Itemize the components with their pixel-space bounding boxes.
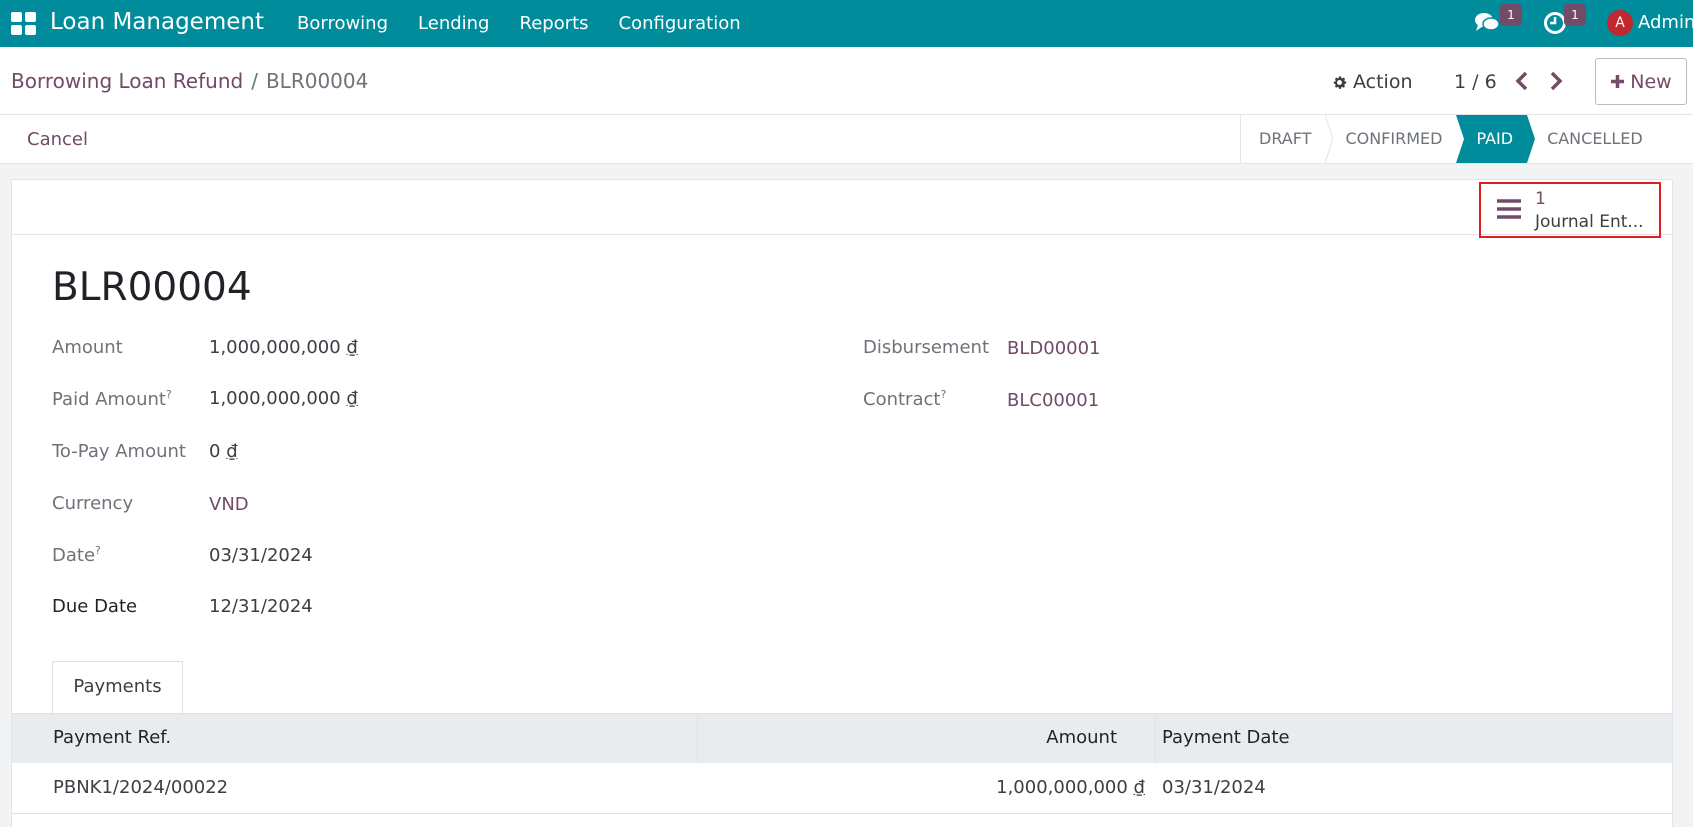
chat-icon[interactable] <box>1474 11 1500 35</box>
due-date-label-text: Due Date <box>52 596 138 617</box>
action-button[interactable]: Action <box>1331 71 1413 93</box>
table-row[interactable]: PBNK1/2024/00022 1,000,000,000 ₫ 03/31/2… <box>12 763 1672 814</box>
paid-amount-currency: ₫ <box>346 388 358 409</box>
paid-amount-label: Paid Amount? <box>52 388 172 410</box>
user-menu[interactable]: Admin <box>1638 12 1693 33</box>
menu-borrowing[interactable]: Borrowing <box>297 13 388 34</box>
currency-label: Currency <box>52 493 133 514</box>
payment-date-cell: 03/31/2024 <box>1162 777 1266 798</box>
breadcrumb-parent[interactable]: Borrowing Loan Refund <box>11 69 243 93</box>
button-box: 1 Journal Ent... <box>12 180 1672 238</box>
disbursement-value[interactable]: BLD00001 <box>1007 338 1101 359</box>
stage-draft-label: DRAFT <box>1259 129 1312 148</box>
disbursement-label: Disbursement <box>863 337 989 358</box>
messages-badge: 1 <box>1500 4 1522 26</box>
to-pay-amount-currency: ₫ <box>226 441 238 462</box>
avatar[interactable]: A <box>1607 10 1633 36</box>
form-sheet: 1 Journal Ent... BLR00004 Amount 1,000,0… <box>11 179 1673 827</box>
gear-icon <box>1333 75 1347 89</box>
control-panel: Borrowing Loan Refund / BLR00004 Action 1 … <box>0 47 1693 115</box>
menu-lending[interactable]: Lending <box>418 13 489 34</box>
action-label: Action <box>1353 71 1413 93</box>
main-menu: Borrowing Lending Reports Configuration <box>297 13 741 34</box>
amount-number: 1,000,000,000 <box>209 337 341 358</box>
journal-entries-button[interactable]: 1 Journal Ent... <box>1479 182 1661 238</box>
pager-value[interactable]: 1 / 6 <box>1454 71 1497 93</box>
stage-separator <box>1527 115 1536 163</box>
breadcrumb-separator: / <box>251 69 258 93</box>
contract-value[interactable]: BLC00001 <box>1007 390 1099 411</box>
journal-entries-count: 1 <box>1535 189 1546 209</box>
contract-label: Contract? <box>863 388 946 410</box>
chevron-left-icon[interactable] <box>1514 71 1530 91</box>
tab-payments[interactable]: Payments <box>52 661 183 713</box>
paid-amount-number: 1,000,000,000 <box>209 388 341 409</box>
contract-label-text: Contract <box>863 389 941 410</box>
new-button[interactable]: New <box>1595 58 1687 105</box>
column-divider <box>1155 714 1156 764</box>
amount-label-text: Amount <box>52 337 123 358</box>
app-grid-icon[interactable] <box>11 12 36 35</box>
record-title: BLR00004 <box>52 265 252 310</box>
to-pay-amount-label: To-Pay Amount <box>52 441 186 462</box>
amount-label: Amount <box>52 337 123 358</box>
stage-paid[interactable]: PAID <box>1456 115 1536 163</box>
payment-ref-cell: PBNK1/2024/00022 <box>53 777 229 798</box>
menu-configuration[interactable]: Configuration <box>619 13 741 34</box>
column-amount[interactable]: Amount <box>1046 727 1117 748</box>
to-pay-amount-number: 0 <box>209 441 221 462</box>
disbursement-label-text: Disbursement <box>863 337 989 358</box>
due-date-label: Due Date <box>52 596 137 617</box>
paid-amount-help-icon[interactable]: ? <box>166 388 172 401</box>
status-bar: Cancel DRAFT CONFIRMED PAID CANCELLED <box>0 115 1693 164</box>
paid-amount-value: 1,000,000,000 ₫ <box>209 388 358 409</box>
app-name[interactable]: Loan Management <box>50 9 264 35</box>
date-label-text: Date <box>52 545 96 566</box>
due-date-value: 12/31/2024 <box>209 596 313 617</box>
date-help-icon[interactable]: ? <box>95 544 101 557</box>
contract-help-icon[interactable]: ? <box>940 388 946 401</box>
stage-cancelled-label: CANCELLED <box>1547 129 1643 148</box>
stage-paid-label: PAID <box>1476 129 1514 148</box>
breadcrumb-current: BLR00004 <box>265 69 369 93</box>
to-pay-amount-value: 0 ₫ <box>209 441 238 462</box>
paid-amount-label-text: Paid Amount <box>52 389 166 410</box>
activities-badge: 1 <box>1564 4 1586 26</box>
date-value: 03/31/2024 <box>209 545 313 566</box>
column-payment-ref[interactable]: Payment Ref. <box>53 727 171 748</box>
journal-entries-label: Journal Ent... <box>1535 212 1644 232</box>
payment-amount-cell: 1,000,000,000 ₫ <box>996 777 1145 798</box>
date-label: Date? <box>52 544 101 566</box>
stage-separator <box>1325 115 1334 163</box>
stage-confirmed-label: CONFIRMED <box>1345 129 1443 148</box>
column-payment-date[interactable]: Payment Date <box>1162 727 1290 748</box>
stage-cancelled[interactable]: CANCELLED <box>1527 115 1657 163</box>
table-header: Payment Ref. Amount Payment Date <box>12 713 1672 764</box>
breadcrumb: Borrowing Loan Refund / BLR00004 <box>11 69 368 93</box>
currency-label-text: Currency <box>52 493 134 514</box>
amount-currency: ₫ <box>346 337 358 358</box>
chevron-right-icon[interactable] <box>1548 71 1564 91</box>
list-icon <box>1497 199 1521 219</box>
payment-amount-number: 1,000,000,000 <box>996 777 1128 798</box>
column-divider <box>697 714 698 764</box>
currency-value[interactable]: VND <box>209 494 249 515</box>
top-navbar: Loan Management Borrowing Lending Report… <box>0 0 1693 47</box>
plus-icon <box>1611 75 1625 88</box>
stage-separator <box>1456 115 1465 163</box>
cancel-button[interactable]: Cancel <box>27 129 88 150</box>
stage-draft[interactable]: DRAFT <box>1241 115 1334 163</box>
status-stages: DRAFT CONFIRMED PAID CANCELLED <box>1240 115 1657 163</box>
amount-value: 1,000,000,000 ₫ <box>209 337 358 358</box>
to-pay-amount-label-text: To-Pay Amount <box>52 441 186 462</box>
new-label: New <box>1630 70 1672 93</box>
stage-confirmed[interactable]: CONFIRMED <box>1325 115 1465 163</box>
payment-amount-currency: ₫ <box>1133 777 1145 798</box>
menu-reports[interactable]: Reports <box>520 13 589 34</box>
